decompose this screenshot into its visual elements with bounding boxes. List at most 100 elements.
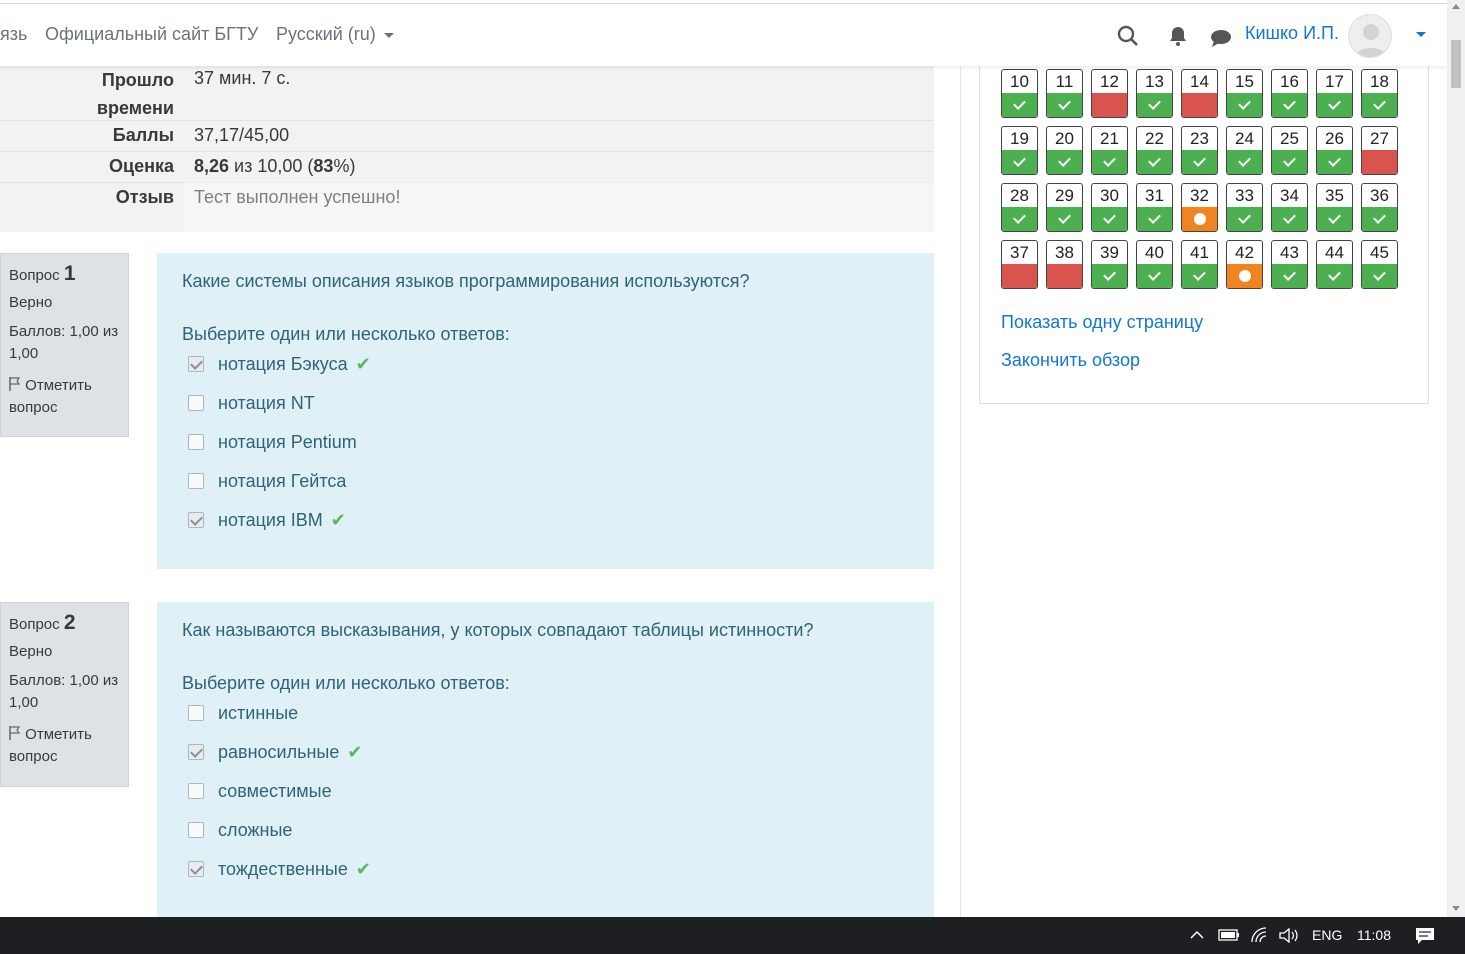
- quiz-nav-button[interactable]: 25: [1271, 126, 1308, 175]
- flag-question-button[interactable]: Отметить вопрос: [9, 724, 120, 768]
- windows-taskbar: ENG 11:08: [0, 917, 1465, 954]
- notification-center-icon[interactable]: [1415, 927, 1435, 945]
- checkbox[interactable]: [188, 822, 204, 838]
- checkbox[interactable]: [188, 434, 204, 450]
- checkbox[interactable]: [188, 705, 204, 721]
- checkbox[interactable]: [188, 783, 204, 799]
- volume-icon[interactable]: [1278, 928, 1300, 943]
- quiz-nav-button[interactable]: 40: [1136, 240, 1173, 289]
- quiz-nav-button[interactable]: 16: [1271, 69, 1308, 118]
- finish-review-link[interactable]: Закончить обзор: [1001, 350, 1140, 371]
- answer-option: совместимые: [182, 772, 909, 811]
- wifi-icon[interactable]: [1250, 927, 1268, 943]
- quiz-nav-button[interactable]: 42: [1226, 240, 1263, 289]
- quiz-nav-button[interactable]: 11: [1046, 69, 1083, 118]
- language-label: Русский ‎(ru)‎: [276, 24, 376, 44]
- quiz-nav-number: 12: [1100, 72, 1119, 91]
- show-one-page-link[interactable]: Показать одну страницу: [1001, 312, 1203, 333]
- flag-question-button[interactable]: Отметить вопрос: [9, 375, 120, 419]
- nav-link-official-site[interactable]: Официальный сайт БГТУ: [45, 24, 258, 45]
- quiz-nav-number: 13: [1145, 72, 1164, 91]
- nav-link-feedback[interactable]: язь: [0, 24, 27, 45]
- quiz-nav-button[interactable]: 17: [1316, 69, 1353, 118]
- quiz-nav-button[interactable]: 44: [1316, 240, 1353, 289]
- page-scrollbar[interactable]: [1447, 0, 1465, 917]
- correct-status-icon: [1137, 150, 1172, 174]
- answer-label: истинные: [218, 694, 298, 733]
- checkbox-checked[interactable]: [188, 744, 204, 760]
- quiz-nav-number: 25: [1280, 129, 1299, 148]
- quiz-nav-number: 43: [1280, 243, 1299, 262]
- answer-label: тождественные ✔: [218, 850, 371, 889]
- quiz-nav-button[interactable]: 34: [1271, 183, 1308, 232]
- question-number: Вопрос 1: [9, 262, 76, 285]
- checkbox-checked[interactable]: [188, 356, 204, 372]
- checkbox-checked[interactable]: [188, 861, 204, 877]
- clock[interactable]: 11:08: [1357, 927, 1391, 943]
- answer-text: нотация Гейтса: [218, 471, 347, 491]
- battery-icon[interactable]: [1218, 928, 1240, 942]
- quiz-nav-button[interactable]: 23: [1181, 126, 1218, 175]
- quiz-nav-button[interactable]: 28: [1001, 183, 1038, 232]
- quiz-nav-button[interactable]: 12: [1091, 69, 1128, 118]
- language-menu[interactable]: Русский ‎(ru)‎: [276, 24, 394, 45]
- quiz-nav-button[interactable]: 26: [1316, 126, 1353, 175]
- quiz-nav-button[interactable]: 18: [1361, 69, 1398, 118]
- scroll-thumb[interactable]: [1451, 40, 1461, 88]
- avatar[interactable]: [1348, 14, 1392, 58]
- quiz-nav-button[interactable]: 10: [1001, 69, 1038, 118]
- quiz-nav-button[interactable]: 20: [1046, 126, 1083, 175]
- quiz-nav-button[interactable]: 45: [1361, 240, 1398, 289]
- quiz-nav-button[interactable]: 30: [1091, 183, 1128, 232]
- quiz-nav-button[interactable]: 33: [1226, 183, 1263, 232]
- quiz-nav-number: 19: [1010, 129, 1029, 148]
- quiz-nav-button[interactable]: 31: [1136, 183, 1173, 232]
- summary-value-time: 37 мин. 7 с.: [194, 68, 291, 88]
- answer-list: нотация Бэкуса ✔ нотация NT нотация Pentium…: [182, 345, 909, 540]
- correct-status-icon: [1047, 207, 1082, 231]
- chevron-down-icon: [383, 32, 394, 38]
- quiz-nav-button[interactable]: 29: [1046, 183, 1083, 232]
- quiz-nav-button[interactable]: 22: [1136, 126, 1173, 175]
- scroll-up-arrow-icon[interactable]: [1452, 4, 1460, 9]
- quiz-nav-button[interactable]: 37: [1001, 240, 1038, 289]
- quiz-nav-button[interactable]: 19: [1001, 126, 1038, 175]
- correct-status-icon: [1317, 207, 1352, 231]
- sidebar-divider: [960, 66, 961, 917]
- quiz-nav-button[interactable]: 27: [1361, 126, 1398, 175]
- quiz-nav-button[interactable]: 13: [1136, 69, 1173, 118]
- flag-icon: [9, 726, 21, 740]
- review-summary-table: Прошло времени 37 мин. 7 с. Баллы 37,17/4…: [0, 66, 934, 232]
- quiz-nav-number: 40: [1145, 243, 1164, 262]
- search-icon[interactable]: [1116, 24, 1140, 48]
- checkbox-checked[interactable]: [188, 512, 204, 528]
- quiz-nav-button[interactable]: 14: [1181, 69, 1218, 118]
- incorrect-status-bar: [1002, 264, 1037, 288]
- chat-icon[interactable]: [1209, 26, 1233, 50]
- answer-option: нотация Бэкуса ✔: [182, 345, 909, 384]
- scroll-down-arrow-icon[interactable]: [1452, 906, 1460, 911]
- quiz-nav-button[interactable]: 38: [1046, 240, 1083, 289]
- top-navbar: язь Официальный сайт БГТУ Русский ‎(ru)‎…: [0, 3, 1447, 66]
- input-language[interactable]: ENG: [1312, 927, 1342, 943]
- quiz-nav-button[interactable]: 35: [1316, 183, 1353, 232]
- user-name[interactable]: Кишко И.П.: [1245, 23, 1339, 44]
- quiz-nav-button[interactable]: 24: [1226, 126, 1263, 175]
- summary-value-grade: 8,26 из 10,00 (83%): [194, 156, 356, 176]
- answer-prompt: Выберите один или несколько ответов:: [182, 673, 510, 693]
- quiz-nav-button[interactable]: 41: [1181, 240, 1218, 289]
- bell-icon[interactable]: [1166, 24, 1190, 48]
- chevron-up-icon[interactable]: [1189, 929, 1205, 941]
- quiz-nav-button[interactable]: 21: [1091, 126, 1128, 175]
- quiz-nav-button[interactable]: 15: [1226, 69, 1263, 118]
- question-text: Какие системы описания языков программир…: [182, 271, 750, 291]
- quiz-nav-button[interactable]: 32: [1181, 183, 1218, 232]
- quiz-nav-button[interactable]: 36: [1361, 183, 1398, 232]
- quiz-nav-number: 29: [1055, 186, 1074, 205]
- correct-status-icon: [1047, 150, 1082, 174]
- quiz-nav-button[interactable]: 43: [1271, 240, 1308, 289]
- user-menu-caret-icon[interactable]: [1416, 32, 1426, 37]
- checkbox[interactable]: [188, 395, 204, 411]
- quiz-nav-button[interactable]: 39: [1091, 240, 1128, 289]
- checkbox[interactable]: [188, 473, 204, 489]
